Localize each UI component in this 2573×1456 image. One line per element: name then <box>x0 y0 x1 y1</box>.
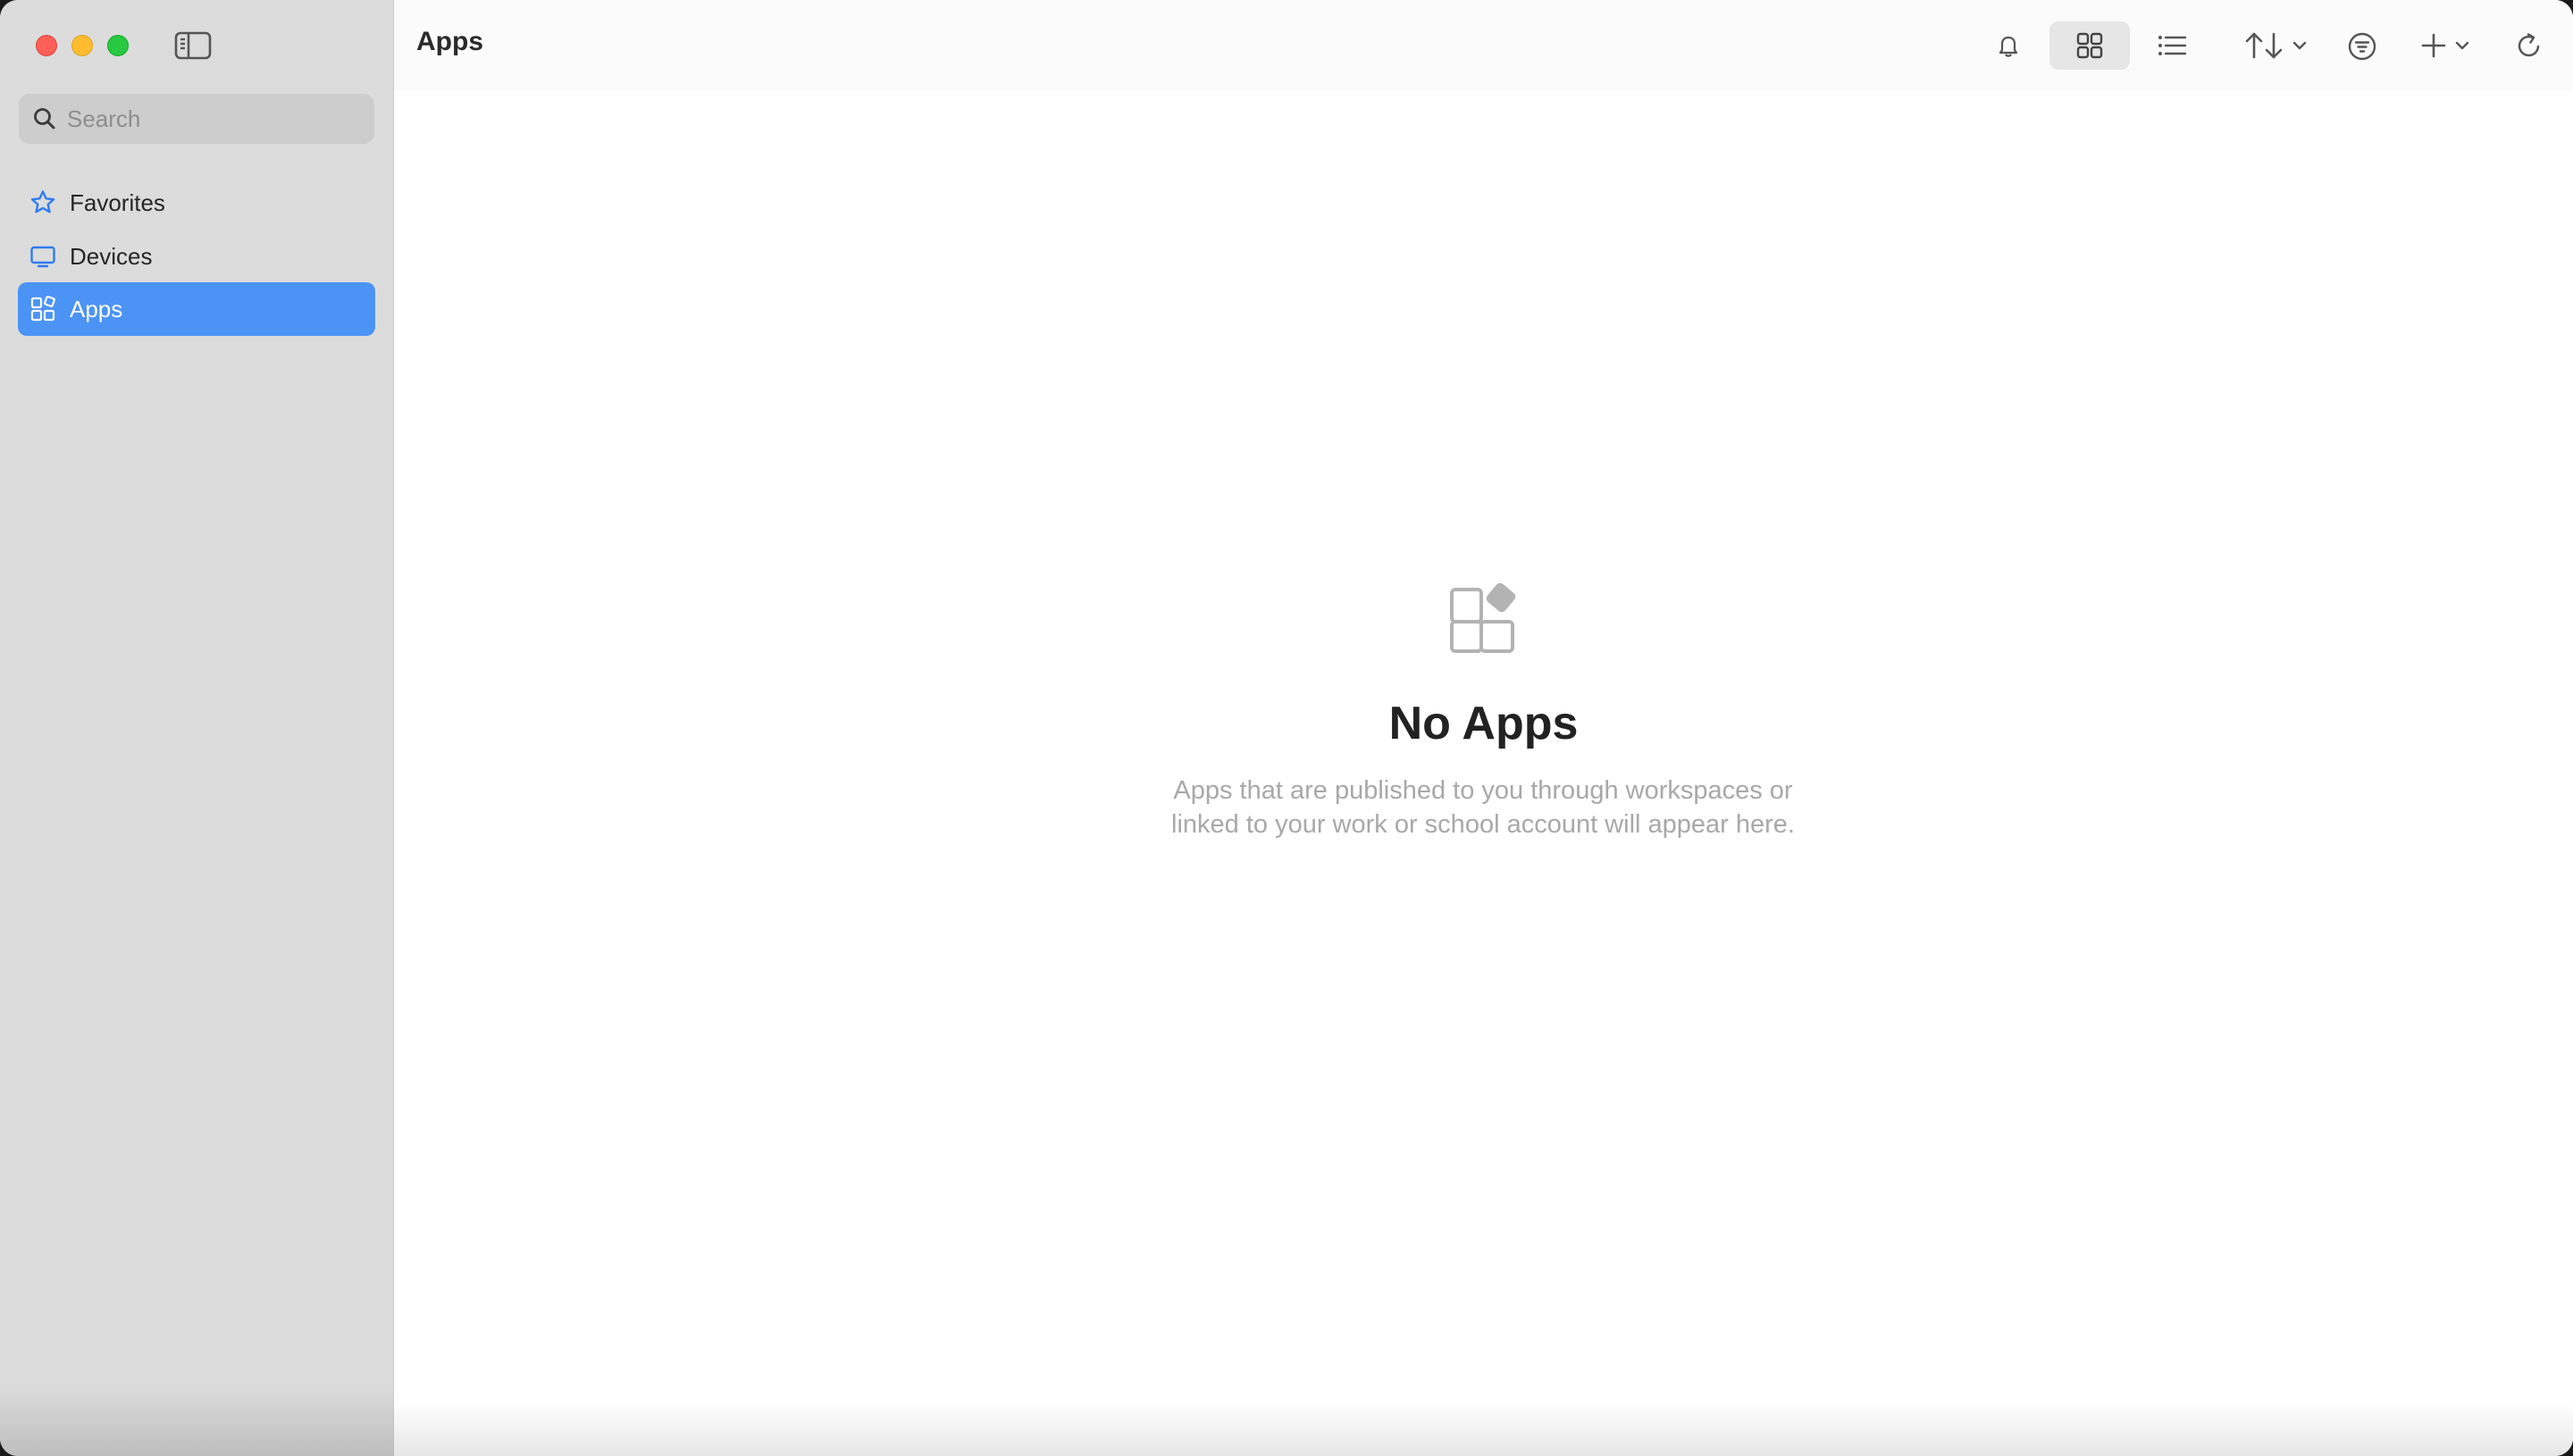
page-title: Apps <box>416 27 483 56</box>
search-input[interactable] <box>67 94 362 144</box>
search-icon <box>34 108 55 130</box>
list-view-button[interactable] <box>2148 21 2196 70</box>
bottom-shadow <box>394 1402 2573 1456</box>
empty-state-description-line: linked to your work or school account wi… <box>1171 810 1795 839</box>
sidebar-item-label: Favorites <box>70 189 165 216</box>
notifications-button[interactable] <box>1989 21 2028 70</box>
refresh-icon <box>2518 33 2540 57</box>
apps-grid-icon <box>30 296 55 322</box>
zoom-window-button[interactable] <box>107 35 129 56</box>
plus-icon <box>2421 33 2446 58</box>
sidebar-item-apps[interactable]: Apps <box>18 282 375 336</box>
bell-icon <box>1999 36 2018 57</box>
sidebar: Favorites Devices Apps <box>0 0 394 1456</box>
monitor-icon <box>30 246 55 268</box>
toolbar: Apps <box>394 0 2573 91</box>
sidebar-item-label: Devices <box>70 243 153 270</box>
empty-state-description-line: Apps that are published to you through w… <box>1173 776 1793 805</box>
list-view-icon <box>2158 36 2187 55</box>
chevron-down-icon <box>2455 41 2469 50</box>
grid-view-button[interactable] <box>2049 21 2130 70</box>
app-window: Favorites Devices Apps Apps <box>0 0 2573 1456</box>
empty-state-title: No Apps <box>1388 698 1579 749</box>
sidebar-toggle-icon <box>174 31 212 60</box>
star-icon <box>30 190 55 213</box>
sort-button[interactable] <box>2236 21 2317 70</box>
sidebar-bottom-shadow <box>0 1385 394 1456</box>
empty-apps-icon <box>1450 582 1516 653</box>
empty-state-description: Apps that are published to you through w… <box>1126 774 1840 841</box>
main-content: Apps No Apps Apps that are published to … <box>394 0 2573 1456</box>
sort-arrows-icon <box>2245 32 2283 59</box>
filter-button[interactable] <box>2340 21 2384 70</box>
search-field[interactable] <box>19 94 374 144</box>
close-window-button[interactable] <box>36 35 57 56</box>
sidebar-item-favorites[interactable]: Favorites <box>18 176 375 230</box>
sidebar-toggle-button[interactable] <box>173 30 213 61</box>
minimize-window-button[interactable] <box>71 35 93 56</box>
grid-view-icon <box>2076 32 2103 59</box>
filter-icon <box>2348 32 2376 61</box>
sidebar-item-devices[interactable]: Devices <box>18 230 375 283</box>
sidebar-item-label: Apps <box>70 296 123 322</box>
add-button[interactable] <box>2415 21 2477 70</box>
chevron-down-icon <box>2292 41 2307 50</box>
refresh-button[interactable] <box>2509 21 2550 70</box>
